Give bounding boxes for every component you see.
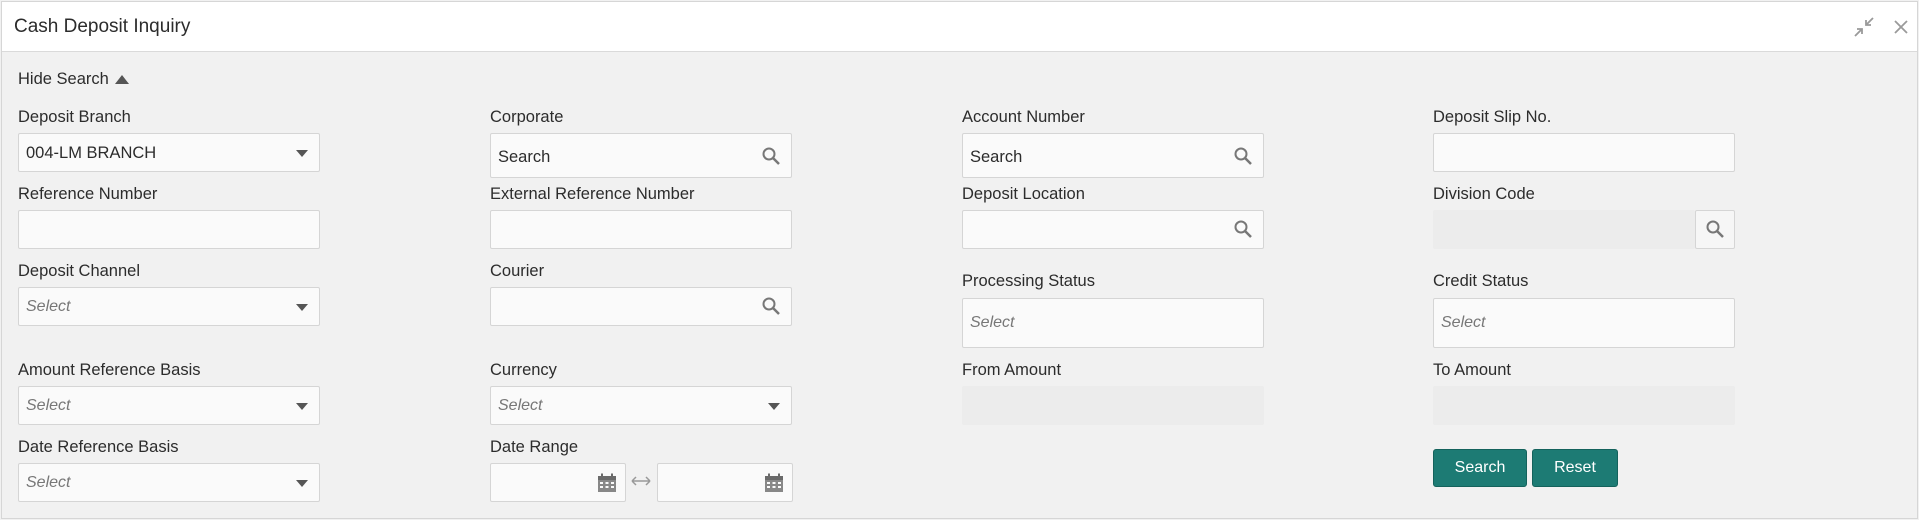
chevron-down-icon — [296, 403, 308, 410]
processing-status-placeholder: Select — [970, 314, 1015, 331]
amount-reference-basis-label: Amount Reference Basis — [18, 361, 201, 379]
external-reference-number-input[interactable] — [490, 210, 792, 249]
date-range-label: Date Range — [490, 438, 579, 456]
deposit-channel-placeholder: Select — [26, 298, 71, 315]
date-reference-basis-select[interactable]: Select — [18, 463, 320, 502]
corporate-search-field[interactable]: Search — [490, 133, 792, 178]
credit-status-select[interactable]: Select — [1433, 298, 1735, 348]
close-icon[interactable] — [1890, 16, 1912, 38]
division-code-input — [1433, 210, 1695, 249]
corporate-label: Corporate — [490, 108, 564, 126]
processing-status-select[interactable]: Select — [962, 298, 1264, 348]
courier-search-field[interactable] — [490, 287, 792, 326]
account-number-search-value: Search — [970, 148, 1023, 166]
chevron-down-icon — [296, 304, 308, 311]
chevron-down-icon — [296, 480, 308, 487]
deposit-branch-label: Deposit Branch — [18, 108, 131, 126]
search-button[interactable]: Search — [1433, 449, 1527, 487]
deposit-branch-select[interactable]: 004-LM BRANCH — [18, 133, 320, 172]
deposit-branch-value: 004-LM BRANCH — [26, 144, 157, 162]
amount-reference-basis-select[interactable]: Select — [18, 386, 320, 425]
reference-number-input[interactable] — [18, 210, 320, 249]
date-range-from-input[interactable] — [490, 463, 626, 502]
search-icon[interactable] — [1233, 219, 1253, 244]
hide-search-toggle[interactable]: Hide Search — [18, 70, 129, 89]
search-icon[interactable] — [1233, 146, 1253, 171]
date-reference-basis-label: Date Reference Basis — [18, 438, 179, 456]
reset-button[interactable]: Reset — [1532, 449, 1618, 487]
date-range-arrow-icon — [630, 474, 652, 493]
calendar-icon[interactable] — [764, 473, 784, 498]
processing-status-label: Processing Status — [962, 272, 1095, 290]
chevron-down-icon — [768, 403, 780, 410]
currency-select[interactable]: Select — [490, 386, 792, 425]
currency-label: Currency — [490, 361, 557, 379]
deposit-channel-select[interactable]: Select — [18, 287, 320, 326]
deposit-slip-no-input[interactable] — [1433, 133, 1735, 172]
date-reference-basis-placeholder: Select — [26, 474, 71, 491]
deposit-slip-no-label: Deposit Slip No. — [1433, 108, 1552, 126]
from-amount-input — [962, 386, 1264, 425]
title-bar: Cash Deposit Inquiry — [2, 2, 1917, 52]
corporate-search-value: Search — [498, 148, 551, 166]
amount-reference-basis-placeholder: Select — [26, 397, 71, 414]
deposit-channel-label: Deposit Channel — [18, 262, 140, 280]
calendar-icon[interactable] — [597, 473, 617, 498]
caret-up-icon — [114, 75, 129, 84]
from-amount-label: From Amount — [962, 361, 1062, 379]
deposit-location-search-field[interactable] — [962, 210, 1264, 249]
account-number-search-field[interactable]: Search — [962, 133, 1264, 178]
courier-label: Courier — [490, 262, 545, 280]
division-code-label: Division Code — [1433, 185, 1535, 203]
search-icon[interactable] — [761, 296, 781, 321]
deposit-location-label: Deposit Location — [962, 185, 1085, 203]
division-code-search-button[interactable] — [1695, 210, 1735, 249]
hide-search-label: Hide Search — [18, 70, 109, 88]
to-amount-label: To Amount — [1433, 361, 1511, 379]
credit-status-placeholder: Select — [1441, 314, 1486, 331]
search-icon — [1705, 219, 1725, 244]
search-icon[interactable] — [761, 146, 781, 171]
credit-status-label: Credit Status — [1433, 272, 1529, 290]
reference-number-label: Reference Number — [18, 185, 158, 203]
currency-placeholder: Select — [498, 397, 543, 414]
date-range-to-input[interactable] — [657, 463, 793, 502]
external-reference-number-label: External Reference Number — [490, 185, 695, 203]
cash-deposit-inquiry-window: Cash Deposit Inquiry Hide Search Deposit… — [1, 1, 1918, 519]
chevron-down-icon — [296, 150, 308, 157]
to-amount-input — [1433, 386, 1735, 425]
window-title: Cash Deposit Inquiry — [14, 16, 191, 37]
account-number-label: Account Number — [962, 108, 1085, 126]
collapse-arrows-icon[interactable] — [1853, 16, 1875, 38]
